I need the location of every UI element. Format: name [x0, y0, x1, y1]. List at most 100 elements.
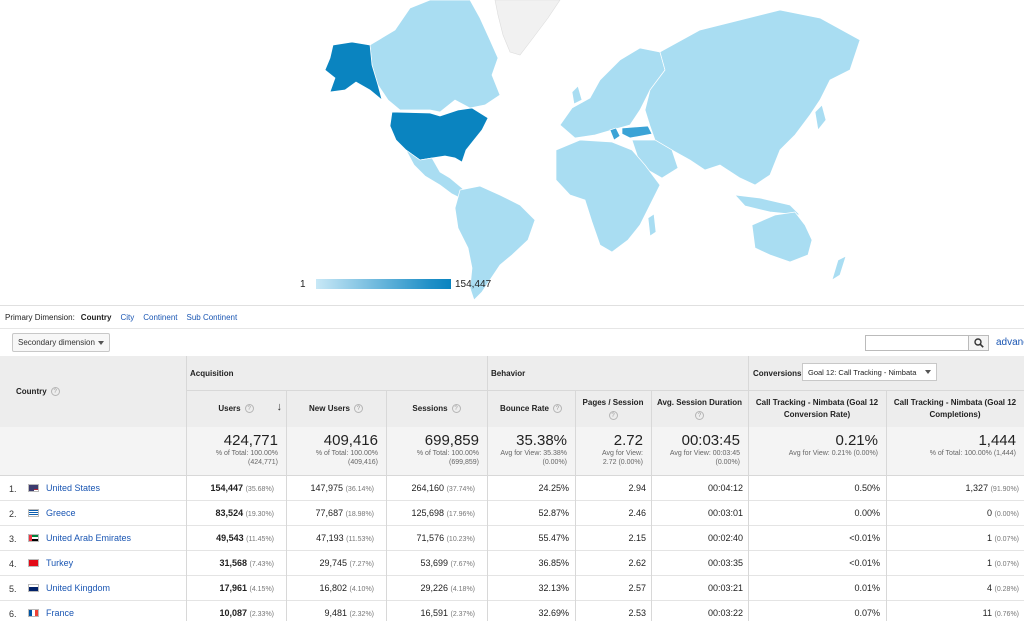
- col-sessions-label: Sessions: [412, 403, 448, 413]
- cell-pages-session: 2.53: [628, 608, 646, 618]
- help-icon[interactable]: ?: [244, 404, 254, 413]
- col-divider: [487, 356, 488, 621]
- country-link[interactable]: Greece: [46, 508, 76, 518]
- map-asia[interactable]: [644, 9, 861, 186]
- col-divider: [886, 390, 887, 621]
- country-link[interactable]: France: [46, 608, 74, 618]
- map-indonesia[interactable]: [734, 194, 801, 216]
- total-bounce-value: 35.38%: [516, 432, 567, 449]
- acquisition-group: Acquisition: [186, 356, 487, 390]
- world-map-svg[interactable]: [0, 0, 1024, 305]
- cell-completions: 1 (0.07%): [986, 558, 1019, 568]
- cell-sessions: 125,698 (17.96%): [411, 508, 475, 518]
- cell-bounce-rate: 36.85%: [538, 558, 569, 568]
- col-divider: [186, 356, 187, 621]
- search-button[interactable]: [968, 335, 989, 351]
- map-madagascar[interactable]: [647, 213, 657, 237]
- dimension-sub-continent[interactable]: Sub Continent: [187, 313, 238, 322]
- country-link[interactable]: United Arab Emirates: [46, 533, 131, 543]
- col-new-users-label: New Users: [309, 403, 350, 413]
- help-icon[interactable]: ?: [50, 387, 60, 397]
- total-sessions-pct: % of Total: 100.00%: [416, 450, 479, 457]
- map-turkey[interactable]: [621, 125, 653, 139]
- total-completions: 1,444 % of Total: 100.00% (1,444): [886, 427, 1024, 475]
- help-icon[interactable]: ?: [695, 411, 704, 420]
- total-bounce-rate: 35.38% Avg for View: 35.38% (0.00%): [487, 427, 575, 475]
- total-new-users-abs: (409,416): [348, 459, 378, 466]
- cell-avg-duration: 00:03:01: [707, 508, 743, 518]
- col-new-users[interactable]: New Users?: [286, 390, 386, 427]
- geo-map[interactable]: 1 154,447: [0, 0, 1024, 305]
- col-sessions[interactable]: Sessions?: [386, 390, 487, 427]
- cell-users: 31,568 (7.43%): [219, 558, 274, 568]
- tr-flag-icon: [28, 559, 39, 567]
- primary-dimension-label: Primary Dimension:: [5, 313, 75, 322]
- row-number: 4.: [9, 559, 17, 569]
- cell-bounce-rate: 24.25%: [538, 483, 569, 493]
- total-pages-avg: Avg for View:: [602, 450, 643, 457]
- map-greece[interactable]: [609, 127, 621, 141]
- total-users-value: 424,771: [223, 432, 278, 449]
- advanced-filter-link[interactable]: advanced: [996, 337, 1024, 348]
- cell-new-users: 47,193 (11.53%): [316, 533, 374, 543]
- goal-selector-dropdown[interactable]: Goal 12: Call Tracking - Nimbata: [802, 363, 937, 381]
- cell-new-users: 147,975 (36.14%): [310, 483, 374, 493]
- cell-new-users: 29,745 (7.27%): [319, 558, 374, 568]
- map-australia[interactable]: [751, 211, 813, 263]
- col-goal-conversion-rate[interactable]: Call Tracking - Nimbata (Goal 12 Convers…: [748, 390, 886, 427]
- map-united-kingdom[interactable]: [571, 85, 583, 105]
- row-number: 6.: [9, 609, 17, 619]
- cell-sessions: 16,591 (2.37%): [420, 608, 475, 618]
- cell-bounce-rate: 55.47%: [538, 533, 569, 543]
- col-avg-session-duration[interactable]: Avg. Session Duration?: [651, 390, 748, 427]
- cell-new-users: 77,687 (18.98%): [315, 508, 374, 518]
- cell-avg-duration: 00:03:35: [707, 558, 743, 568]
- help-icon[interactable]: ?: [451, 404, 461, 413]
- map-canada[interactable]: [369, 0, 501, 113]
- help-icon[interactable]: ?: [353, 404, 363, 413]
- table-row: 1. United States 154,447 (35.68%) 147,97…: [0, 476, 1024, 501]
- ae-flag-icon: [28, 534, 39, 542]
- table-row: 5. United Kingdom 17,961 (4.15%) 16,802 …: [0, 576, 1024, 601]
- map-united-states[interactable]: [389, 107, 489, 163]
- cell-avg-duration: 00:04:12: [707, 483, 743, 493]
- secondary-dimension-dropdown[interactable]: Secondary dimension: [12, 333, 110, 352]
- cell-conv-rate: 0.01%: [854, 583, 880, 593]
- col-divider: [286, 390, 287, 621]
- total-pages-session: 2.72 Avg for View: 2.72 (0.00%): [575, 427, 651, 475]
- sort-descending-icon[interactable]: ↓: [277, 401, 283, 413]
- table-header: Country? Acquisition Behavior Conversion…: [0, 356, 1024, 427]
- total-bounce-delta: (0.00%): [542, 459, 567, 466]
- country-link[interactable]: Turkey: [46, 558, 73, 568]
- help-icon[interactable]: ?: [552, 404, 562, 413]
- col-bounce-rate[interactable]: Bounce Rate?: [487, 390, 575, 427]
- header-divider: [186, 390, 1024, 391]
- cell-users: 17,961 (4.15%): [219, 583, 274, 593]
- total-completions-value: 1,444: [978, 432, 1016, 449]
- total-duration-avg: Avg for View: 00:03:45: [669, 450, 740, 457]
- col-users-label: Users: [218, 403, 241, 413]
- total-duration-delta: (0.00%): [715, 459, 740, 466]
- total-avg-duration: 00:03:45 Avg for View: 00:03:45 (0.00%): [651, 427, 748, 475]
- dimension-country[interactable]: Country: [81, 313, 112, 322]
- country-link[interactable]: United States: [46, 483, 100, 493]
- col-pages-session[interactable]: Pages / Session?: [575, 390, 651, 427]
- table-search-input[interactable]: [865, 335, 969, 351]
- behavior-group: Behavior: [487, 356, 748, 390]
- col-users[interactable]: Users? ↓: [186, 390, 286, 427]
- dimension-city[interactable]: City: [120, 313, 134, 322]
- total-sessions-abs: (699,859): [449, 459, 479, 466]
- map-greenland[interactable]: [494, 0, 561, 56]
- col-goal-completions[interactable]: Call Tracking - Nimbata (Goal 12 Complet…: [886, 390, 1024, 427]
- country-header-cell[interactable]: Country?: [0, 356, 186, 427]
- cell-pages-session: 2.94: [628, 483, 646, 493]
- country-link[interactable]: United Kingdom: [46, 583, 110, 593]
- help-icon[interactable]: ?: [608, 411, 618, 420]
- map-new-zealand[interactable]: [831, 255, 847, 281]
- total-sessions: 699,859 % of Total: 100.00% (699,859): [386, 427, 487, 475]
- cell-completions: 4 (0.28%): [986, 583, 1019, 593]
- map-japan[interactable]: [814, 104, 827, 131]
- dimension-continent[interactable]: Continent: [143, 313, 177, 322]
- row-number: 1.: [9, 484, 17, 494]
- cell-users: 154,447 (35.68%): [210, 483, 274, 493]
